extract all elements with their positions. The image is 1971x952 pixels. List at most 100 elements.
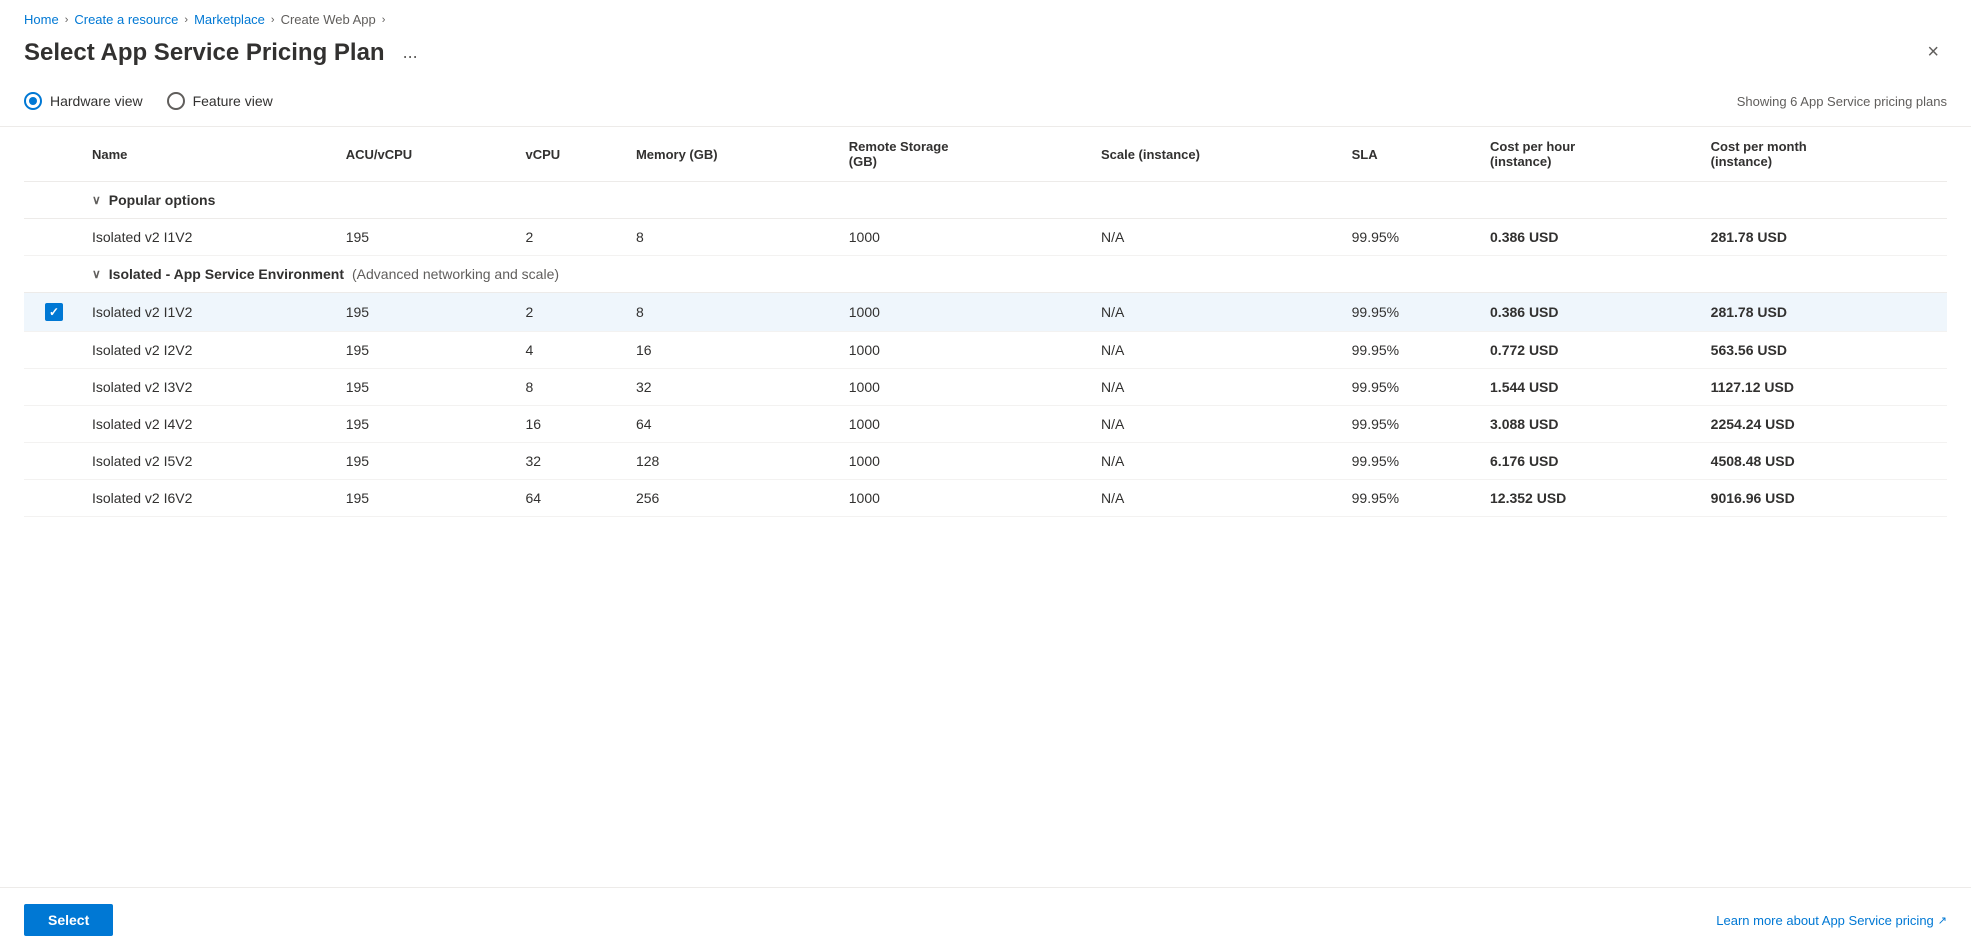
table-row[interactable]: Isolated v2 I3V21958321000N/A99.95%1.544… xyxy=(24,369,1947,406)
cell-sla: 99.95% xyxy=(1344,293,1482,332)
col-storage: Remote Storage(GB) xyxy=(841,127,1093,182)
page-container: Home › Create a resource › Marketplace ›… xyxy=(0,0,1971,952)
cell-storage: 1000 xyxy=(841,219,1093,256)
cell-storage: 1000 xyxy=(841,406,1093,443)
section-header-0[interactable]: ∨ Popular options xyxy=(24,182,1947,219)
cell-name: Isolated v2 I3V2 xyxy=(84,369,338,406)
more-options-button[interactable]: ... xyxy=(397,40,424,65)
cell-memory: 32 xyxy=(628,369,841,406)
cell-cost_hour: 0.386 USD xyxy=(1482,293,1703,332)
section-chevron-0[interactable]: ∨ xyxy=(92,193,101,207)
showing-count: Showing 6 App Service pricing plans xyxy=(1737,94,1947,109)
cell-acu: 195 xyxy=(338,369,518,406)
cell-storage: 1000 xyxy=(841,443,1093,480)
cell-name: Isolated v2 I4V2 xyxy=(84,406,338,443)
col-sla: SLA xyxy=(1344,127,1482,182)
row-check-cell[interactable] xyxy=(24,406,84,443)
cell-cost_hour: 1.544 USD xyxy=(1482,369,1703,406)
section-title-text-1: Isolated - App Service Environment xyxy=(109,266,344,282)
breadcrumb-sep-3: › xyxy=(271,14,275,26)
section-subtitle-1: (Advanced networking and scale) xyxy=(352,266,559,282)
cell-storage: 1000 xyxy=(841,480,1093,517)
cell-scale: N/A xyxy=(1093,293,1344,332)
cell-cost_month: 563.56 USD xyxy=(1703,332,1947,369)
table-body: ∨Popular optionsIsolated v2 I1V219528100… xyxy=(24,182,1947,517)
col-vcpu: vCPU xyxy=(517,127,627,182)
table-row[interactable]: Isolated v2 I5V2195321281000N/A99.95%6.1… xyxy=(24,443,1947,480)
header: Select App Service Pricing Plan ... × xyxy=(0,33,1971,84)
cell-cost_month: 1127.12 USD xyxy=(1703,369,1947,406)
breadcrumb-marketplace[interactable]: Marketplace xyxy=(194,12,265,27)
breadcrumb-sep-1: › xyxy=(65,14,69,26)
close-button[interactable]: × xyxy=(1919,37,1947,68)
feature-view-option[interactable]: Feature view xyxy=(167,92,273,110)
cell-acu: 195 xyxy=(338,443,518,480)
cell-memory: 128 xyxy=(628,443,841,480)
table-row[interactable]: Isolated v2 I4V219516641000N/A99.95%3.08… xyxy=(24,406,1947,443)
pricing-table: Name ACU/vCPU vCPU Memory (GB) Remote St… xyxy=(24,127,1947,517)
cell-scale: N/A xyxy=(1093,369,1344,406)
row-check-cell[interactable] xyxy=(24,219,84,256)
row-check-cell[interactable] xyxy=(24,332,84,369)
cell-cost_month: 9016.96 USD xyxy=(1703,480,1947,517)
section-title-cell-1: ∨ Isolated - App Service Environment (Adv… xyxy=(84,256,1947,293)
cell-memory: 8 xyxy=(628,293,841,332)
table-row[interactable]: Isolated v2 I1V2195281000N/A99.95%0.386 … xyxy=(24,219,1947,256)
table-row[interactable]: Isolated v2 I6V2195642561000N/A99.95%12.… xyxy=(24,480,1947,517)
cell-vcpu: 2 xyxy=(517,219,627,256)
cell-cost_hour: 0.386 USD xyxy=(1482,219,1703,256)
hardware-view-option[interactable]: Hardware view xyxy=(24,92,143,110)
table-row[interactable]: Isolated v2 I2V21954161000N/A99.95%0.772… xyxy=(24,332,1947,369)
cell-memory: 16 xyxy=(628,332,841,369)
cell-cost_hour: 12.352 USD xyxy=(1482,480,1703,517)
cell-sla: 99.95% xyxy=(1344,443,1482,480)
cell-storage: 1000 xyxy=(841,369,1093,406)
cell-name: Isolated v2 I5V2 xyxy=(84,443,338,480)
breadcrumb-create-resource[interactable]: Create a resource xyxy=(74,12,178,27)
cell-cost_month: 2254.24 USD xyxy=(1703,406,1947,443)
cell-name: Isolated v2 I2V2 xyxy=(84,332,338,369)
cell-acu: 195 xyxy=(338,293,518,332)
col-check xyxy=(24,127,84,182)
cell-scale: N/A xyxy=(1093,480,1344,517)
section-title-cell-0: ∨ Popular options xyxy=(84,182,1947,219)
cell-vcpu: 4 xyxy=(517,332,627,369)
select-button[interactable]: Select xyxy=(24,904,113,936)
cell-sla: 99.95% xyxy=(1344,480,1482,517)
table-header: Name ACU/vCPU vCPU Memory (GB) Remote St… xyxy=(24,127,1947,182)
section-check-cell xyxy=(24,182,84,219)
page-title: Select App Service Pricing Plan xyxy=(24,39,385,67)
col-name: Name xyxy=(84,127,338,182)
hardware-view-label: Hardware view xyxy=(50,93,143,109)
feature-view-radio[interactable] xyxy=(167,92,185,110)
breadcrumb-sep-2: › xyxy=(184,14,188,26)
col-scale: Scale (instance) xyxy=(1093,127,1344,182)
view-toggle-bar: Hardware view Feature view Showing 6 App… xyxy=(0,84,1971,127)
section-title-text-0: Popular options xyxy=(109,192,216,208)
cell-cost_hour: 3.088 USD xyxy=(1482,406,1703,443)
learn-more-link[interactable]: Learn more about App Service pricing ↗ xyxy=(1716,913,1947,928)
view-options: Hardware view Feature view xyxy=(24,92,273,110)
cell-scale: N/A xyxy=(1093,443,1344,480)
breadcrumb-home[interactable]: Home xyxy=(24,12,59,27)
checkbox-checked-icon[interactable] xyxy=(45,303,63,321)
table-row[interactable]: Isolated v2 I1V2195281000N/A99.95%0.386 … xyxy=(24,293,1947,332)
section-check-cell xyxy=(24,256,84,293)
cell-cost_hour: 6.176 USD xyxy=(1482,443,1703,480)
breadcrumb: Home › Create a resource › Marketplace ›… xyxy=(0,0,1971,33)
row-check-cell[interactable] xyxy=(24,293,84,332)
section-chevron-1[interactable]: ∨ xyxy=(92,267,101,281)
section-header-1[interactable]: ∨ Isolated - App Service Environment (Adv… xyxy=(24,256,1947,293)
cell-scale: N/A xyxy=(1093,406,1344,443)
hardware-view-radio[interactable] xyxy=(24,92,42,110)
cell-cost_hour: 0.772 USD xyxy=(1482,332,1703,369)
row-check-cell[interactable] xyxy=(24,369,84,406)
cell-cost_month: 281.78 USD xyxy=(1703,219,1947,256)
cell-sla: 99.95% xyxy=(1344,219,1482,256)
row-check-cell[interactable] xyxy=(24,480,84,517)
cell-name: Isolated v2 I1V2 xyxy=(84,293,338,332)
row-check-cell[interactable] xyxy=(24,443,84,480)
header-left: Select App Service Pricing Plan ... xyxy=(24,39,424,67)
col-acu: ACU/vCPU xyxy=(338,127,518,182)
learn-more-text: Learn more about App Service pricing xyxy=(1716,913,1934,928)
